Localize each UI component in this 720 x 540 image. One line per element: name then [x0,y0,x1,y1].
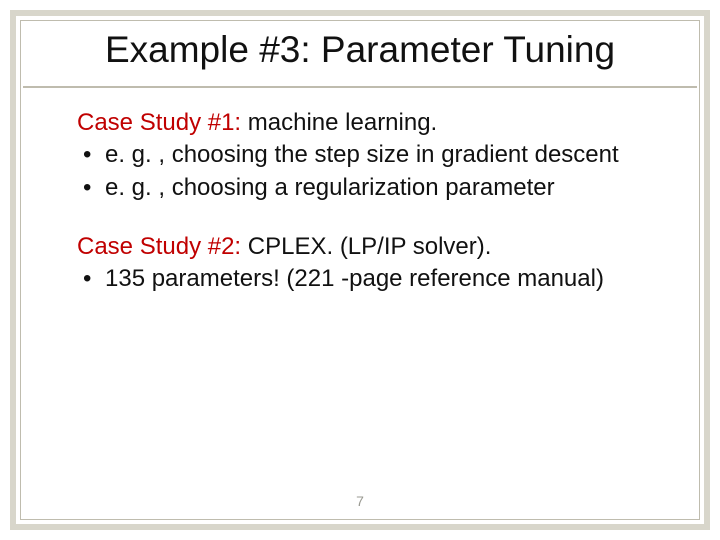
slide-title: Example #3: Parameter Tuning [43,29,677,72]
case-study-2: Case Study #2: CPLEX. (LP/IP solver). 13… [77,232,651,295]
case-study-1: Case Study #1: machine learning. e. g. ,… [77,108,651,204]
case1-label: Case Study #1: [77,109,241,136]
list-item: e. g. , choosing a regularization parame… [77,173,651,204]
inner-frame: Example #3: Parameter Tuning Case Study … [20,20,700,520]
slide-content: Case Study #1: machine learning. e. g. ,… [21,88,699,296]
page-number: 7 [21,493,699,509]
list-item: 135 parameters! (221 -page reference man… [77,264,651,295]
case2-bullets: 135 parameters! (221 -page reference man… [77,264,651,295]
case1-bullets: e. g. , choosing the step size in gradie… [77,140,651,203]
case2-label: Case Study #2: [77,233,241,260]
list-item: e. g. , choosing the step size in gradie… [77,140,651,171]
case1-text: machine learning. [241,109,437,136]
title-container: Example #3: Parameter Tuning [23,23,697,88]
case2-text: CPLEX. (LP/IP solver). [241,233,491,260]
slide-frame: Example #3: Parameter Tuning Case Study … [10,10,710,530]
